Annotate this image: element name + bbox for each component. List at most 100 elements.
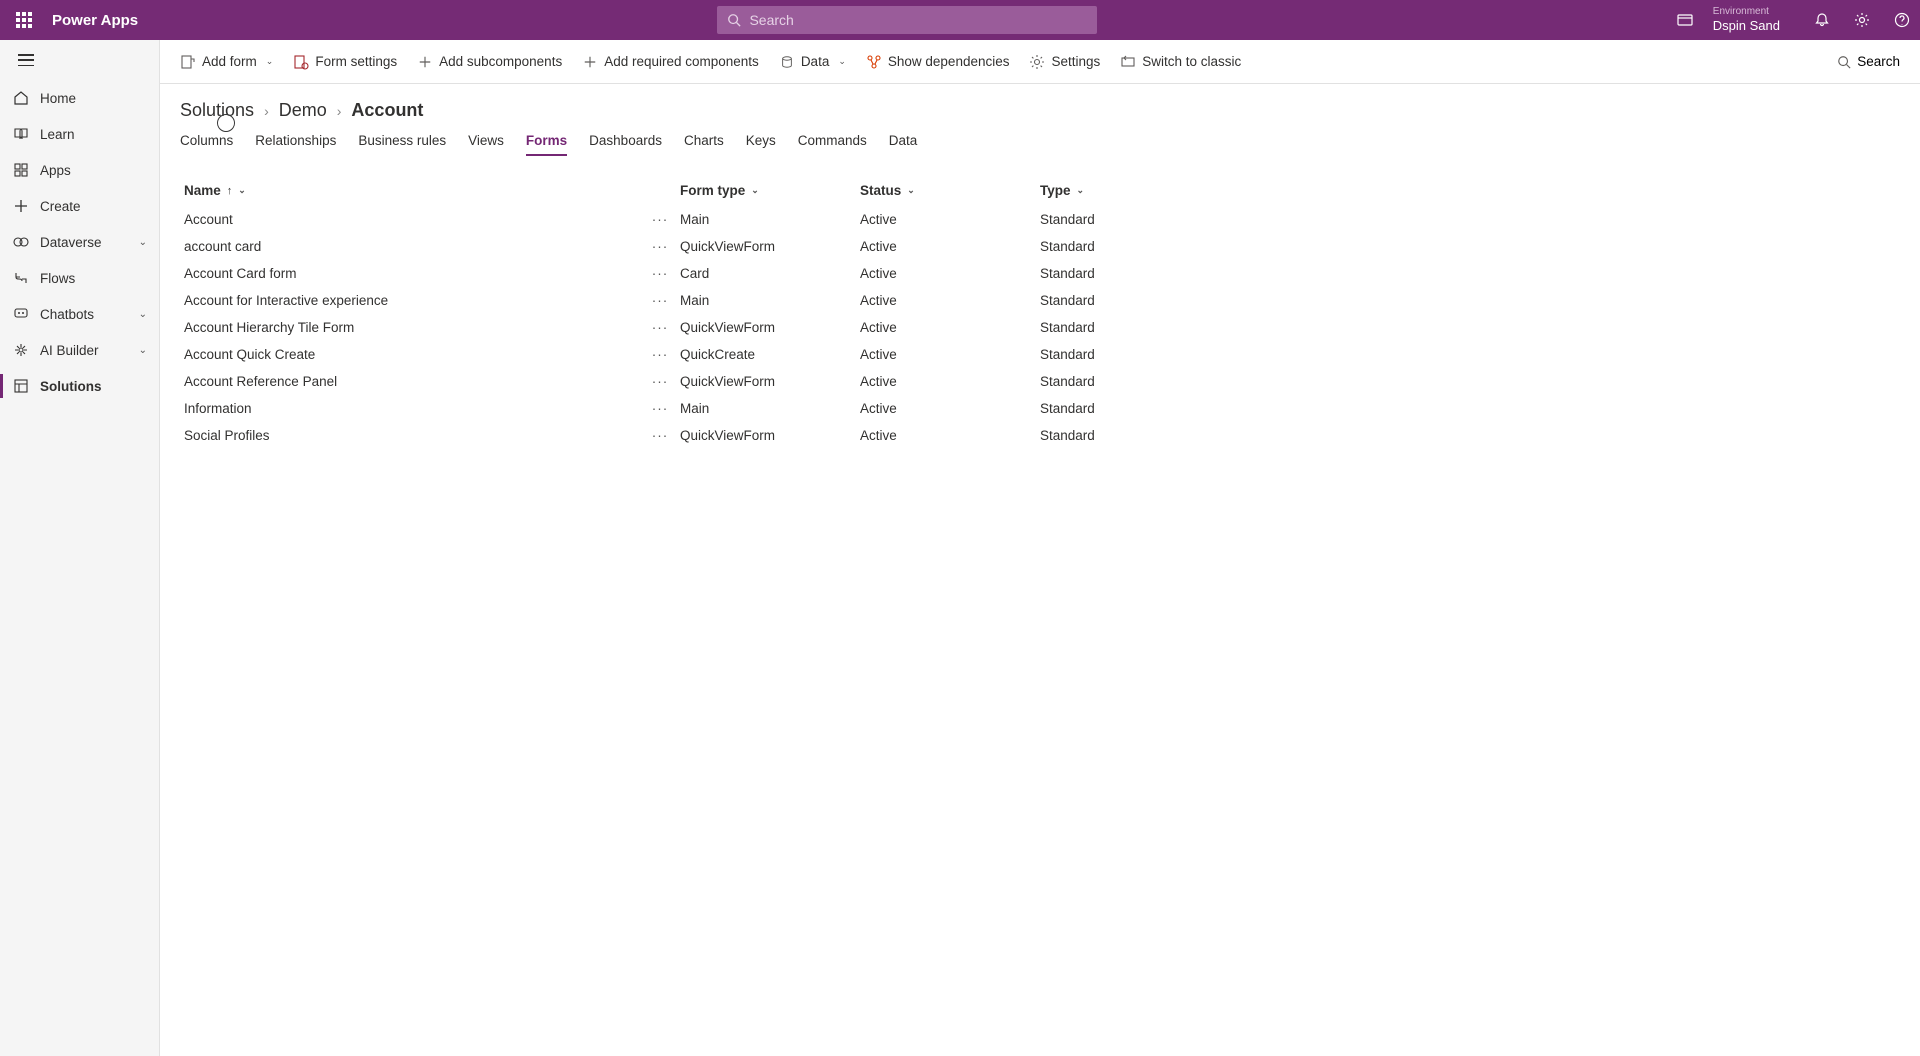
tab-relationships[interactable]: Relationships: [255, 133, 336, 156]
chevron-down-icon: ⌄: [907, 185, 915, 196]
nav-label: Flows: [40, 271, 75, 286]
breadcrumb: Solutions › Demo › Account: [180, 100, 1900, 121]
cell-type: Standard: [1040, 239, 1220, 254]
search-icon: [727, 13, 741, 27]
tab-forms[interactable]: Forms: [526, 133, 567, 156]
table-row[interactable]: Account Card form···CardActiveStandard: [180, 260, 1900, 287]
cell-form-type: QuickViewForm: [680, 374, 860, 389]
row-actions-icon[interactable]: ···: [640, 266, 680, 281]
table-row[interactable]: Account···MainActiveStandard: [180, 206, 1900, 233]
row-actions-icon[interactable]: ···: [640, 212, 680, 227]
col-header-type[interactable]: Type ⌄: [1040, 183, 1220, 198]
cell-name: Account for Interactive experience: [180, 293, 640, 308]
tab-business-rules[interactable]: Business rules: [358, 133, 446, 156]
col-header-form-type[interactable]: Form type ⌄: [680, 183, 860, 198]
nav-create[interactable]: Create: [0, 188, 159, 224]
table-row[interactable]: Information···MainActiveStandard: [180, 395, 1900, 422]
help-icon[interactable]: [1892, 10, 1912, 30]
nav-apps[interactable]: Apps: [0, 152, 159, 188]
cell-form-type: QuickViewForm: [680, 428, 860, 443]
cell-form-type: Main: [680, 212, 860, 227]
row-actions-icon[interactable]: ···: [640, 293, 680, 308]
cell-type: Standard: [1040, 212, 1220, 227]
table-row[interactable]: Account for Interactive experience···Mai…: [180, 287, 1900, 314]
tab-commands[interactable]: Commands: [798, 133, 867, 156]
tab-dashboards[interactable]: Dashboards: [589, 133, 662, 156]
cmd-label: Form settings: [315, 54, 397, 69]
col-header-label: Type: [1040, 183, 1071, 198]
nav-flows[interactable]: Flows: [0, 260, 159, 296]
breadcrumb-current: Account: [351, 100, 423, 121]
nav-ai-builder[interactable]: AI Builder ⌄: [0, 332, 159, 368]
switch-icon: [1120, 54, 1136, 70]
hamburger-toggle[interactable]: [0, 40, 159, 80]
global-search[interactable]: Search: [717, 6, 1097, 34]
row-actions-icon[interactable]: ···: [640, 347, 680, 362]
row-actions-icon[interactable]: ···: [640, 320, 680, 335]
table-row[interactable]: Account Quick Create···QuickCreateActive…: [180, 341, 1900, 368]
nav-solutions[interactable]: Solutions: [0, 368, 159, 404]
nav-home[interactable]: Home: [0, 80, 159, 116]
col-header-status[interactable]: Status ⌄: [860, 183, 1040, 198]
plus-icon: [12, 197, 30, 215]
table-row[interactable]: Social Profiles···QuickViewFormActiveSta…: [180, 422, 1900, 449]
row-actions-icon[interactable]: ···: [640, 428, 680, 443]
breadcrumb-demo[interactable]: Demo: [279, 100, 327, 121]
cmd-add-subcomponents[interactable]: Add subcomponents: [417, 54, 562, 70]
cell-form-type: Main: [680, 293, 860, 308]
cell-name: Information: [180, 401, 640, 416]
dependencies-icon: [866, 54, 882, 70]
tab-keys[interactable]: Keys: [746, 133, 776, 156]
row-actions-icon[interactable]: ···: [640, 239, 680, 254]
cell-name: account card: [180, 239, 640, 254]
col-header-label: Status: [860, 183, 901, 198]
cell-type: Standard: [1040, 401, 1220, 416]
row-actions-icon[interactable]: ···: [640, 401, 680, 416]
nav-learn[interactable]: Learn: [0, 116, 159, 152]
solutions-icon: [12, 377, 30, 395]
main-content: Add form ⌄ Form settings Add subcomponen…: [160, 40, 1920, 1056]
chevron-down-icon: ⌄: [751, 185, 759, 196]
cell-form-type: Main: [680, 401, 860, 416]
gear-icon[interactable]: [1852, 10, 1872, 30]
chevron-down-icon: ⌄: [139, 309, 147, 320]
table-row[interactable]: Account Hierarchy Tile Form···QuickViewF…: [180, 314, 1900, 341]
cmd-show-dependencies[interactable]: Show dependencies: [866, 54, 1010, 70]
environment-picker[interactable]: Environment Dspin Sand: [1713, 6, 1780, 34]
environment-icon: [1677, 12, 1693, 28]
tab-data[interactable]: Data: [889, 133, 918, 156]
cmd-search[interactable]: Search: [1837, 54, 1900, 69]
left-navigation: Home Learn Apps Create Dataverse ⌄ Flows…: [0, 40, 160, 1056]
cell-type: Standard: [1040, 320, 1220, 335]
cmd-settings[interactable]: Settings: [1029, 54, 1100, 70]
notifications-icon[interactable]: [1812, 10, 1832, 30]
tab-columns[interactable]: Columns: [180, 133, 233, 156]
cmd-label: Data: [801, 54, 830, 69]
search-icon: [1837, 55, 1851, 69]
col-header-name[interactable]: Name ↑ ⌄: [180, 183, 640, 198]
col-header-label: Form type: [680, 183, 745, 198]
chatbots-icon: [12, 305, 30, 323]
cmd-form-settings[interactable]: Form settings: [293, 54, 397, 70]
nav-dataverse[interactable]: Dataverse ⌄: [0, 224, 159, 260]
app-launcher-icon[interactable]: [8, 4, 40, 36]
cell-status: Active: [860, 320, 1040, 335]
tab-charts[interactable]: Charts: [684, 133, 724, 156]
nav-chatbots[interactable]: Chatbots ⌄: [0, 296, 159, 332]
apps-icon: [12, 161, 30, 179]
environment-label: Environment: [1713, 6, 1780, 18]
cmd-add-form[interactable]: Add form ⌄: [180, 54, 273, 70]
cmd-data[interactable]: Data ⌄: [779, 54, 846, 70]
tab-views[interactable]: Views: [468, 133, 504, 156]
table-row[interactable]: account card···QuickViewFormActiveStanda…: [180, 233, 1900, 260]
dataverse-icon: [12, 233, 30, 251]
cmd-add-required[interactable]: Add required components: [582, 54, 759, 70]
cmd-switch-classic[interactable]: Switch to classic: [1120, 54, 1241, 70]
cell-name: Account Hierarchy Tile Form: [180, 320, 640, 335]
cell-status: Active: [860, 428, 1040, 443]
cell-status: Active: [860, 266, 1040, 281]
row-actions-icon[interactable]: ···: [640, 374, 680, 389]
cell-status: Active: [860, 212, 1040, 227]
table-body: Account···MainActiveStandardaccount card…: [180, 206, 1900, 449]
table-row[interactable]: Account Reference Panel···QuickViewFormA…: [180, 368, 1900, 395]
